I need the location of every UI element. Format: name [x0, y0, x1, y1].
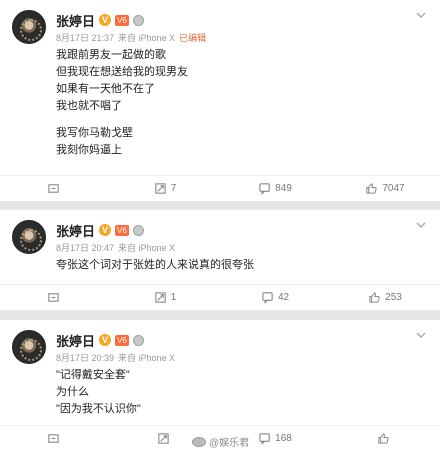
like-count: 7047 [382, 183, 405, 194]
author-name[interactable]: 张婷日 [56, 331, 95, 350]
author-name[interactable]: 张婷日 [56, 221, 95, 240]
watermark: @娱乐君 [192, 434, 249, 449]
watermark-text: @娱乐君 [209, 438, 250, 449]
like-button[interactable]: 7047 [330, 176, 440, 201]
vip-badge: V6 [115, 224, 129, 236]
forward-button[interactable] [0, 176, 110, 201]
post-card-3: 张婷日 V V6 8月17日 20:39 来自 iPhone X "记得戴安全套… [0, 320, 440, 451]
post-line-spacer [56, 115, 428, 125]
repost-count: 7 [170, 183, 177, 194]
weibo-feed: 张婷日 V V6 8月17日 21:37 来自 iPhone X 已编辑 我跟前… [0, 0, 440, 451]
comment-icon [259, 183, 270, 195]
post-source: 来自 iPhone X [118, 33, 176, 43]
post-time: 8月17日 21:37 [56, 33, 115, 43]
post-text: 夸张这个词对于张姓的人来说真的很夸张 [56, 257, 428, 274]
medal-icon [132, 224, 144, 236]
verified-badge: V [99, 334, 112, 346]
forward-button[interactable] [0, 285, 110, 310]
vip-badge: V6 [115, 334, 129, 346]
action-bar: 7 849 7047 [0, 175, 440, 201]
comment-icon [259, 433, 270, 445]
verified-badge: V [99, 14, 112, 26]
post-line: "记得戴安全套" [56, 369, 130, 381]
chevron-down-icon[interactable] [416, 10, 426, 20]
forward-button[interactable] [0, 426, 110, 451]
repost-count: 1 [170, 292, 177, 303]
vip-badge: V6 [115, 14, 129, 26]
avatar[interactable] [12, 10, 46, 44]
post-meta: 8月17日 20:39 来自 iPhone X [56, 351, 428, 364]
forward-icon [47, 293, 59, 302]
post-meta: 8月17日 21:37 来自 iPhone X 已编辑 [56, 31, 428, 44]
like-count: 253 [385, 292, 402, 303]
post-text: "记得戴安全套" 为什么 "因为我不认识你" [56, 367, 428, 418]
post-line: "因为我不认识你" [56, 403, 141, 415]
post-source: 来自 iPhone X [118, 353, 176, 363]
post-line: 但我现在想送给我的现男友 [56, 66, 188, 78]
chevron-down-icon[interactable] [416, 330, 426, 340]
forward-icon [47, 184, 59, 193]
avatar[interactable] [12, 220, 46, 254]
post-time: 8月17日 20:39 [56, 353, 115, 363]
repost-icon [155, 183, 166, 194]
thumbs-up-icon [369, 292, 380, 303]
author-name[interactable]: 张婷日 [56, 11, 95, 30]
post-source: 来自 iPhone X [118, 243, 176, 253]
post-line: 为什么 [56, 386, 89, 398]
post-line: 夸张这个词对于张姓的人来说真的很夸张 [56, 259, 254, 271]
edited-label[interactable]: 已编辑 [179, 31, 206, 44]
forward-icon [47, 434, 59, 443]
post-line: 如果有一天他不在了 [56, 83, 155, 95]
post-line: 我刻你妈逼上 [56, 144, 122, 156]
post-line: 我写你马勒戈壁 [56, 127, 133, 139]
comment-button[interactable]: 42 [220, 285, 330, 310]
verified-badge: V [99, 224, 112, 236]
post-line: 我也就不唱了 [56, 100, 122, 112]
thumbs-up-icon [366, 183, 378, 194]
repost-icon [155, 292, 166, 303]
action-bar: 1 42 253 [0, 284, 440, 310]
post-text: 我跟前男友一起做的歌 但我现在想送给我的现男友 如果有一天他不在了 我也就不唱了… [56, 47, 428, 159]
post-time: 8月17日 20:47 [56, 243, 115, 253]
comment-count: 849 [275, 183, 292, 194]
avatar[interactable] [12, 330, 46, 364]
like-button[interactable] [330, 426, 440, 451]
thumbs-up-icon [377, 433, 389, 444]
comment-icon [262, 292, 273, 304]
post-meta: 8月17日 20:47 来自 iPhone X [56, 241, 428, 254]
post-card-1: 张婷日 V V6 8月17日 21:37 来自 iPhone X 已编辑 我跟前… [0, 0, 440, 201]
comment-count: 168 [275, 433, 292, 444]
medal-icon [132, 334, 144, 346]
like-button[interactable]: 253 [330, 285, 440, 310]
comment-count: 42 [277, 292, 290, 303]
post-line: 我跟前男友一起做的歌 [56, 49, 166, 61]
chevron-down-icon[interactable] [416, 220, 426, 230]
repost-button[interactable]: 1 [110, 285, 220, 310]
comment-button[interactable]: 849 [220, 176, 330, 201]
repost-button[interactable]: 7 [110, 176, 220, 201]
repost-icon [157, 433, 169, 444]
post-card-2: 张婷日 V V6 8月17日 20:47 来自 iPhone X 夸张这个词对于… [0, 210, 440, 310]
weibo-logo-icon [192, 436, 206, 447]
medal-icon [132, 14, 144, 26]
